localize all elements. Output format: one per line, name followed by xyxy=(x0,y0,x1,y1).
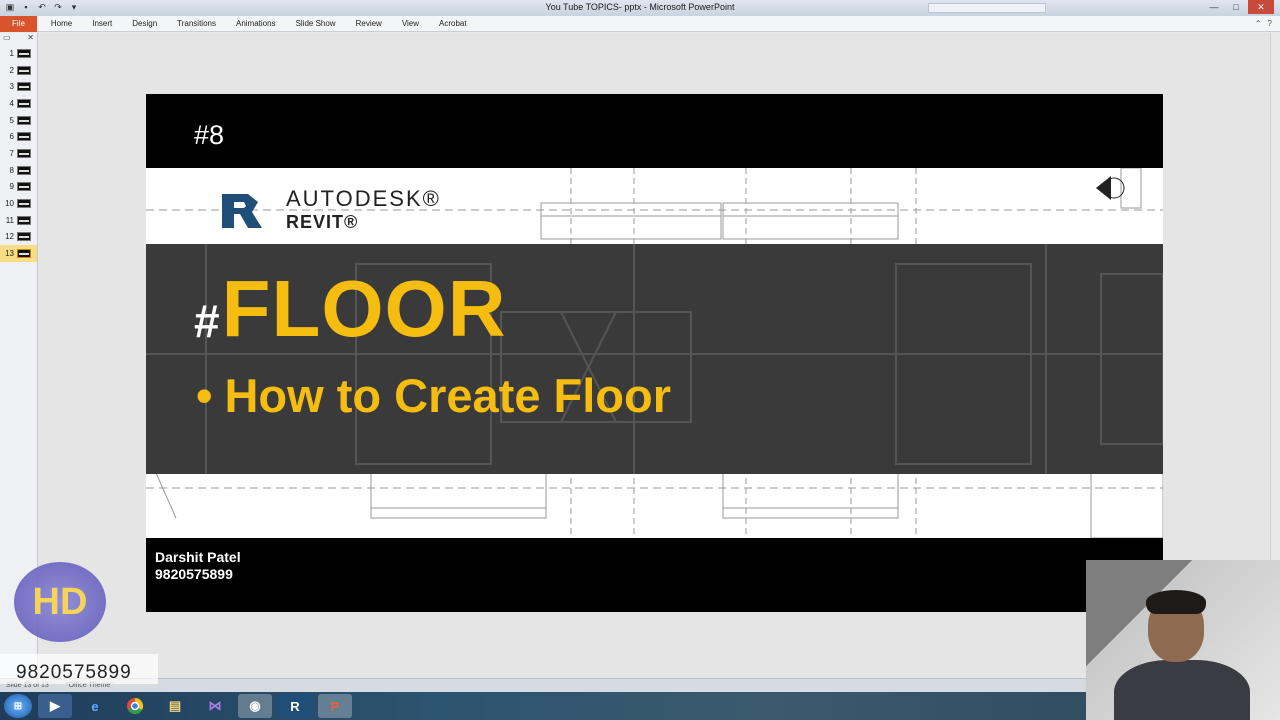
slide-thumbnail-10[interactable]: 10 xyxy=(0,195,37,212)
slide-thumbnail-image xyxy=(17,215,31,225)
slide-thumbnail-number: 12 xyxy=(5,232,14,242)
close-pane-icon[interactable]: ✕ xyxy=(27,33,34,45)
start-orb-icon[interactable]: ⊞ xyxy=(4,694,32,718)
slide-pane-header: ▭ ✕ xyxy=(0,33,37,45)
maximize-button[interactable]: □ xyxy=(1226,0,1246,14)
ribbon-right-controls: ⌃ ? xyxy=(1255,19,1272,28)
slide-thumbnail-number: 4 xyxy=(9,98,14,108)
slide-thumbnail-number: 10 xyxy=(5,199,14,209)
tab-animations[interactable]: Animations xyxy=(226,16,286,32)
window-title: You Tube TOPICS- pptx - Microsoft PowerP… xyxy=(545,2,735,12)
obs-icon[interactable]: ◉ xyxy=(238,694,272,718)
heading-word: FLOOR xyxy=(221,264,507,353)
slide-thumbnail-number: 8 xyxy=(9,165,14,175)
slide-number-tag: #8 xyxy=(194,120,225,150)
slide-thumbnail-image xyxy=(17,98,31,108)
tab-transitions[interactable]: Transitions xyxy=(167,16,226,32)
author-name: Darshit Patel xyxy=(155,549,241,565)
slide-thumbnail-image xyxy=(17,249,31,259)
bullet-mark: • xyxy=(196,369,213,422)
slide-thumbnail-image xyxy=(17,132,31,142)
tab-acrobat[interactable]: Acrobat xyxy=(429,16,477,32)
slide-thumbnail-image xyxy=(17,115,31,125)
slide-thumbnail-image xyxy=(17,232,31,242)
slide-thumbnail-number: 2 xyxy=(9,65,14,75)
bullet-text: How to Create Floor xyxy=(224,369,671,422)
title-bar: ▣ ▪ ↶ ↷ ▾ You Tube TOPICS- pptx - Micros… xyxy=(0,0,1280,16)
author-phone: 9820575899 xyxy=(155,566,233,582)
slide-thumbnail-6[interactable]: 6 xyxy=(0,128,37,145)
slide-thumbnail-1[interactable]: 1 xyxy=(0,45,37,62)
slide-thumbnail-number: 3 xyxy=(9,82,14,92)
ribbon-tabs: File Home Insert Design Transitions Anim… xyxy=(0,15,1280,32)
slide-thumbnail-number: 5 xyxy=(9,115,14,125)
tab-home[interactable]: Home xyxy=(41,16,82,32)
slide-thumbnail-number: 11 xyxy=(5,215,14,225)
tab-review[interactable]: Review xyxy=(346,16,392,32)
close-button[interactable]: ✕ xyxy=(1248,0,1274,14)
presenter-body xyxy=(1114,660,1250,720)
slide-thumbnail-image xyxy=(17,199,31,209)
tab-slide-show[interactable]: Slide Show xyxy=(286,16,346,32)
tab-file[interactable]: File xyxy=(0,15,37,32)
slide-bullet: • How to Create Floor xyxy=(196,368,671,423)
powerpoint-icon[interactable]: P xyxy=(318,694,352,718)
revit-icon[interactable]: R xyxy=(278,694,312,718)
slide-thumbnail-number: 6 xyxy=(9,132,14,142)
current-slide[interactable]: #8 AUTODESK® REVIT® # FLOOR • How to Cre… xyxy=(146,94,1163,612)
slide-thumbnail-11[interactable]: 11 xyxy=(0,212,37,229)
slide-thumbnail-image xyxy=(17,48,31,58)
help-icon[interactable]: ? xyxy=(1268,19,1272,28)
autodesk-wordmark: AUTODESK® xyxy=(286,186,441,211)
minimize-button[interactable]: — xyxy=(1204,0,1224,14)
slide-thumbnail-8[interactable]: 8 xyxy=(0,162,37,179)
tab-design[interactable]: Design xyxy=(122,16,167,32)
slide-thumbnail-12[interactable]: 12 xyxy=(0,229,37,246)
phone-overlay: 9820575899 xyxy=(0,654,158,684)
tab-view[interactable]: View xyxy=(392,16,429,32)
tab-insert[interactable]: Insert xyxy=(82,16,122,32)
revit-r-icon xyxy=(222,193,262,228)
slide-thumbnail-number: 13 xyxy=(5,249,14,259)
slide-thumbnail-7[interactable]: 7 xyxy=(0,145,37,162)
visual-studio-icon[interactable]: ⋈ xyxy=(198,694,232,718)
presenter-hair xyxy=(1146,590,1206,614)
slide-thumbnail-image xyxy=(17,165,31,175)
minimize-ribbon-icon[interactable]: ⌃ xyxy=(1255,19,1262,28)
media-player-icon[interactable]: ▶ xyxy=(38,694,72,718)
webcam-overlay xyxy=(1086,560,1280,720)
slide-thumbnail-image xyxy=(17,82,31,92)
slide-thumbnail-4[interactable]: 4 xyxy=(0,95,37,112)
slide-thumbnail-13[interactable]: 13 xyxy=(0,245,37,262)
internet-explorer-icon[interactable]: e xyxy=(78,694,112,718)
author-block: Darshit Patel 9820575899 xyxy=(155,549,241,583)
slide-thumbnail-image xyxy=(17,148,31,158)
slide-thumbnail-image xyxy=(17,182,31,192)
hd-watermark-badge: HD xyxy=(14,562,106,642)
revit-wordmark: REVIT® xyxy=(286,212,359,232)
slide-heading: # FLOOR xyxy=(194,266,507,352)
slides-tab-icon[interactable]: ▭ xyxy=(3,33,11,45)
search-box[interactable] xyxy=(928,3,1046,13)
slide-thumbnail-number: 7 xyxy=(9,148,14,158)
slide-thumbnail-5[interactable]: 5 xyxy=(0,112,37,129)
slide-thumbnail-number: 9 xyxy=(9,182,14,192)
autodesk-revit-logo: AUTODESK® REVIT® xyxy=(218,186,441,233)
chrome-icon[interactable] xyxy=(118,694,152,718)
hd-badge-text: HD xyxy=(32,580,88,623)
slide-thumbnail-3[interactable]: 3 xyxy=(0,78,37,95)
slide-thumbnail-9[interactable]: 9 xyxy=(0,179,37,196)
slide-thumbnail-2[interactable]: 2 xyxy=(0,62,37,79)
heading-hash: # xyxy=(194,295,220,347)
file-explorer-icon[interactable]: ▤ xyxy=(158,694,192,718)
slide-thumbnail-image xyxy=(17,65,31,75)
window-controls: — □ ✕ xyxy=(1204,0,1274,14)
slide-thumbnail-number: 1 xyxy=(9,48,14,58)
